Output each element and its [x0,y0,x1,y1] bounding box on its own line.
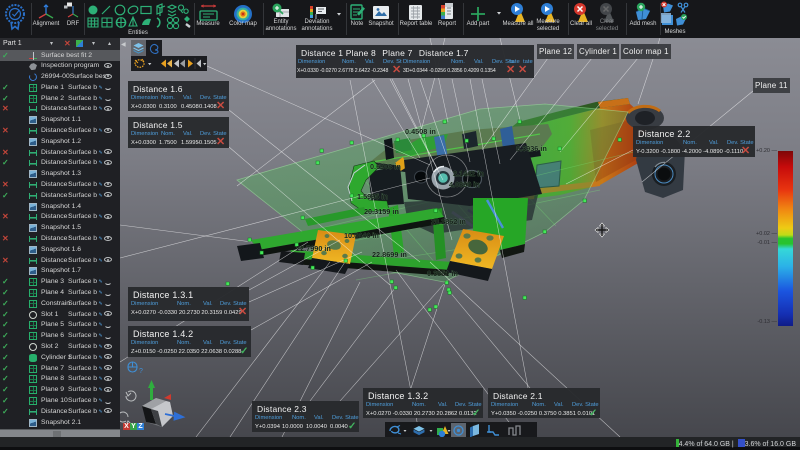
svg-text:0.3936 in: 0.3936 in [516,144,547,153]
svg-text:0.6908 in: 0.6908 in [370,162,401,171]
svg-text:20.2862 in: 20.2862 in [431,217,466,226]
svg-text:1.5995 in: 1.5995 in [357,192,388,201]
svg-text:10.0040 in: 10.0040 in [344,231,379,240]
svg-text:2.1442 in: 2.1442 in [453,169,484,178]
svg-text:0.4508 in: 0.4508 in [405,127,436,136]
svg-text:4.0890 in: 4.0890 in [449,180,480,189]
svg-text:?: ? [139,368,143,375]
svg-text:22.8699 in: 22.8699 in [372,250,407,259]
svg-text:22.7990 in: 22.7990 in [296,244,331,253]
svg-text:0.3851 in: 0.3851 in [427,269,458,278]
svg-text:20.3159 in: 20.3159 in [364,207,399,216]
